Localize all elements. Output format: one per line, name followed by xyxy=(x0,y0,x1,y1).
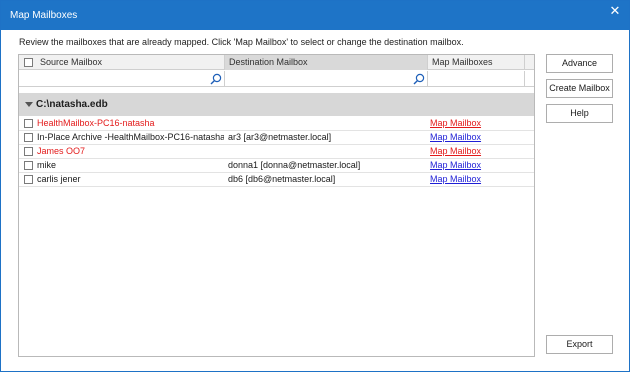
map-mailboxes-dialog: Map Mailboxes ✕ Review the mailboxes tha… xyxy=(0,0,630,372)
source-mailbox-cell: James OO7 xyxy=(37,146,86,156)
export-button[interactable]: Export xyxy=(546,335,613,354)
grid-header-row: Source Mailbox Destination Mailbox Map M… xyxy=(19,55,534,70)
window-title: Map Mailboxes xyxy=(10,10,78,21)
destination-mailbox-cell xyxy=(228,145,424,158)
map-mailbox-cell: Map Mailbox xyxy=(430,131,522,144)
select-all-checkbox[interactable] xyxy=(24,58,33,67)
map-mailbox-cell: Map Mailbox xyxy=(430,145,522,158)
table-row[interactable]: In-Place Archive -HealthMailbox-PC16-nat… xyxy=(19,131,534,145)
title-bar: Map Mailboxes ✕ xyxy=(1,1,629,30)
group-label: C:\natasha.edb xyxy=(36,99,108,110)
group-row-edb[interactable]: C:\natasha.edb xyxy=(19,93,534,116)
collapse-triangle-icon[interactable] xyxy=(25,102,33,107)
instruction-text: Review the mailboxes that are already ma… xyxy=(19,37,464,47)
create-mailbox-button[interactable]: Create Mailbox xyxy=(546,79,613,98)
map-mailbox-cell: Map Mailbox xyxy=(430,117,522,130)
source-filter-field[interactable] xyxy=(19,71,224,87)
help-button[interactable]: Help xyxy=(546,104,613,123)
column-header-map[interactable]: Map Mailboxes xyxy=(428,55,524,70)
row-checkbox[interactable] xyxy=(24,133,33,142)
column-header-spacer xyxy=(524,55,534,70)
map-mailbox-cell: Map Mailbox xyxy=(430,173,522,186)
table-row[interactable]: HealthMailbox-PC16-natasha Map Mailbox xyxy=(19,117,534,131)
map-mailbox-link[interactable]: Map Mailbox xyxy=(430,146,481,156)
destination-mailbox-cell xyxy=(228,117,424,130)
destination-mailbox-cell: ar3 [ar3@netmaster.local] xyxy=(228,132,332,142)
column-header-source-label: Source Mailbox xyxy=(40,57,103,67)
map-filter-cell xyxy=(428,71,524,87)
source-mailbox-cell: In-Place Archive -HealthMailbox-PC16-nat… xyxy=(37,132,224,142)
row-checkbox[interactable] xyxy=(24,147,33,156)
map-mailbox-link[interactable]: Map Mailbox xyxy=(430,132,481,142)
destination-filter-field[interactable] xyxy=(224,71,428,87)
source-mailbox-cell: mike xyxy=(37,160,57,170)
close-icon[interactable]: ✕ xyxy=(603,1,627,21)
destination-mailbox-cell: db6 [db6@netmaster.local] xyxy=(228,174,336,184)
source-mailbox-cell: HealthMailbox-PC16-natasha xyxy=(37,118,155,128)
column-header-destination[interactable]: Destination Mailbox xyxy=(224,55,428,70)
map-mailbox-link[interactable]: Map Mailbox xyxy=(430,160,481,170)
row-checkbox[interactable] xyxy=(24,119,33,128)
row-checkbox[interactable] xyxy=(24,175,33,184)
source-mailbox-cell: carlis jener xyxy=(37,174,81,184)
table-row[interactable]: carlis jener db6 [db6@netmaster.local] M… xyxy=(19,173,534,187)
map-mailbox-link[interactable]: Map Mailbox xyxy=(430,174,481,184)
table-row[interactable]: mike donna1 [donna@netmaster.local] Map … xyxy=(19,159,534,173)
search-icon[interactable] xyxy=(210,73,222,85)
mailbox-grid: Source Mailbox Destination Mailbox Map M… xyxy=(18,54,535,357)
destination-mailbox-cell: donna1 [donna@netmaster.local] xyxy=(228,160,361,170)
search-icon[interactable] xyxy=(413,73,425,85)
map-mailbox-link[interactable]: Map Mailbox xyxy=(430,118,481,128)
table-row[interactable]: James OO7 Map Mailbox xyxy=(19,145,534,159)
row-checkbox[interactable] xyxy=(24,161,33,170)
map-mailbox-cell: Map Mailbox xyxy=(430,159,522,172)
filter-row xyxy=(19,71,534,87)
advance-button[interactable]: Advance xyxy=(546,54,613,73)
filter-spacer xyxy=(524,71,534,87)
column-header-source[interactable]: Source Mailbox xyxy=(19,55,224,70)
